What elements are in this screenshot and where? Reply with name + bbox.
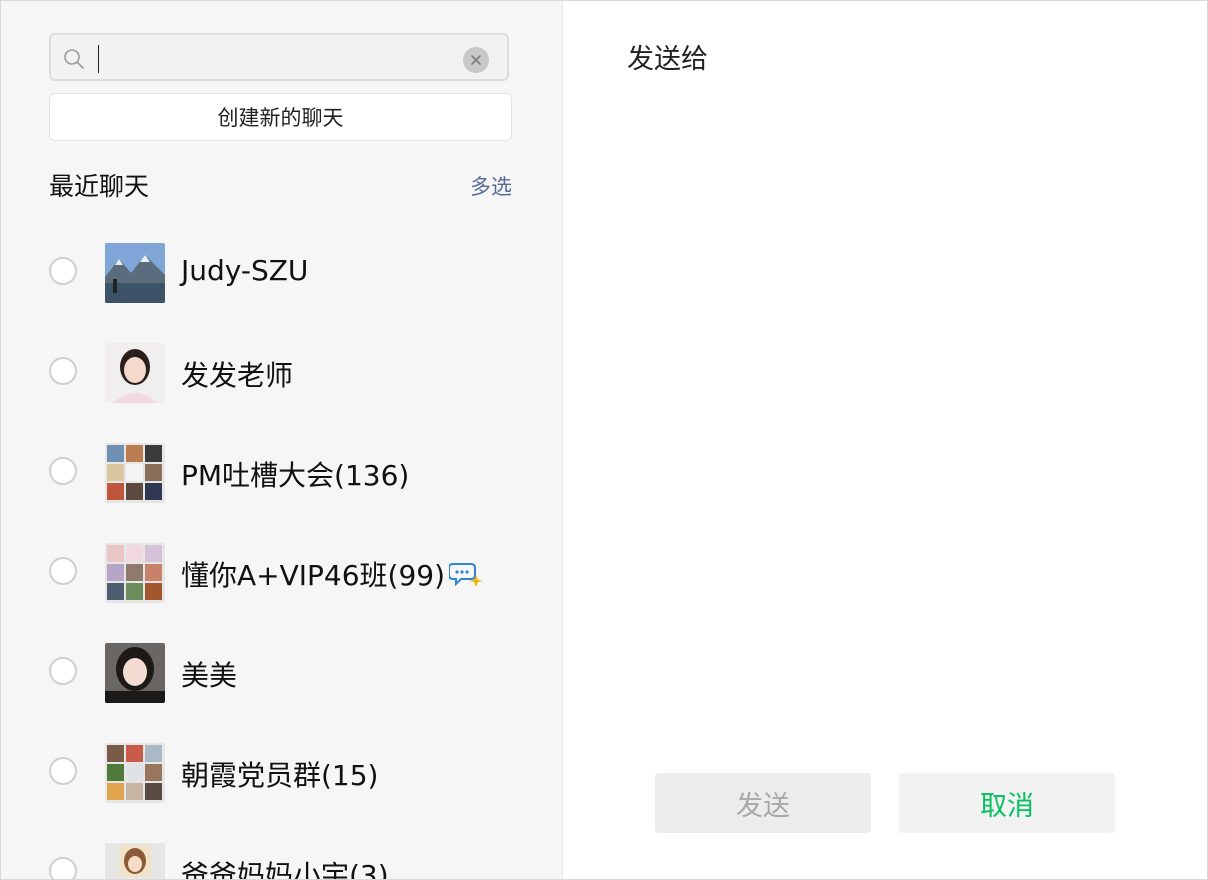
chat-item-pm-group[interactable]: PM吐槽大会(136) xyxy=(1,423,562,523)
chat-name: 爸爸妈妈小宇(3) xyxy=(181,859,389,879)
chat-item-fafa-laoshi[interactable]: 发发老师 xyxy=(1,323,562,423)
cancel-button[interactable]: 取消 xyxy=(899,773,1115,833)
select-radio[interactable] xyxy=(49,657,77,685)
clear-search-button[interactable] xyxy=(463,47,489,73)
text-caret xyxy=(98,45,99,73)
chat-item-vip46-group[interactable]: 懂你A+VIP46班(99) xyxy=(1,523,562,623)
select-radio[interactable] xyxy=(49,757,77,785)
select-radio[interactable] xyxy=(49,357,77,385)
avatar xyxy=(105,243,165,303)
multi-select-link[interactable]: 多选 xyxy=(470,171,512,201)
search-icon xyxy=(63,48,85,70)
chat-name-text: 懂你A+VIP46班(99) xyxy=(181,559,446,592)
chat-item-meimei[interactable]: 美美 xyxy=(1,623,562,723)
select-radio[interactable] xyxy=(49,557,77,585)
chat-name: 发发老师 xyxy=(181,359,294,392)
forward-dialog: 创建新的聊天 最近聊天 多选 Judy-SZU 发发老师 PM吐槽大会(136)… xyxy=(0,0,1208,880)
avatar xyxy=(105,743,165,803)
select-radio[interactable] xyxy=(49,457,77,485)
avatar xyxy=(105,543,165,603)
search-input[interactable] xyxy=(95,43,455,71)
chat-item-zhaoxia-group[interactable]: 朝霞党员群(15) xyxy=(1,723,562,823)
send-target-pane: 发送给 发送 取消 xyxy=(563,1,1207,879)
chat-name: 懂你A+VIP46班(99) xyxy=(181,554,484,595)
chat-name: Judy-SZU xyxy=(181,254,309,287)
chat-bubble-icon xyxy=(448,560,484,595)
chat-item-judy-szu[interactable]: Judy-SZU xyxy=(1,223,562,323)
avatar xyxy=(105,843,165,879)
select-radio[interactable] xyxy=(49,857,77,879)
contact-picker-pane: 创建新的聊天 最近聊天 多选 Judy-SZU 发发老师 PM吐槽大会(136)… xyxy=(1,1,563,879)
avatar xyxy=(105,443,165,503)
close-icon xyxy=(471,55,481,65)
chat-name: PM吐槽大会(136) xyxy=(181,459,410,492)
send-button[interactable]: 发送 xyxy=(655,773,871,833)
chat-name: 美美 xyxy=(181,659,238,692)
avatar xyxy=(105,643,165,703)
send-to-title: 发送给 xyxy=(627,44,708,75)
avatar xyxy=(105,343,165,403)
select-radio[interactable] xyxy=(49,257,77,285)
chat-name: 朝霞党员群(15) xyxy=(181,759,379,792)
search-box[interactable] xyxy=(49,33,509,81)
create-new-chat-button[interactable]: 创建新的聊天 xyxy=(49,93,512,141)
recent-chats-heading: 最近聊天 xyxy=(49,172,150,201)
chat-item-family-group[interactable]: 爸爸妈妈小宇(3) xyxy=(1,823,562,879)
